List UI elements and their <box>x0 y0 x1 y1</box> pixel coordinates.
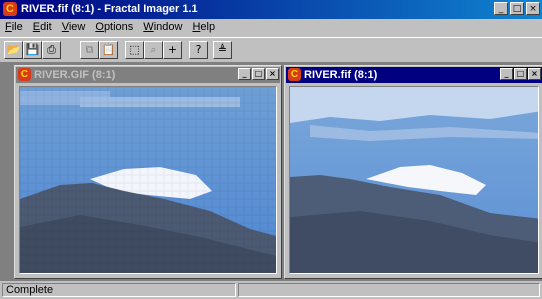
minimize-button[interactable]: _ <box>494 2 508 15</box>
fif-maximize-button[interactable]: □ <box>514 68 527 80</box>
menu-bar: File Edit View Options Window Help <box>0 19 542 37</box>
menu-window-rest: indow <box>153 21 183 33</box>
fif-image-window[interactable]: C RIVER.fif (8:1) _ □ × <box>284 65 542 279</box>
fif-image <box>289 86 539 274</box>
print-icon[interactable]: ⎙ <box>42 41 61 59</box>
gif-window-title: RIVER.GIF (8:1) <box>34 69 116 81</box>
menu-help[interactable]: Help <box>187 19 220 37</box>
menu-view-rest: iew <box>68 21 86 33</box>
menu-options[interactable]: Options <box>90 19 138 37</box>
menu-help-rest: elp <box>200 21 216 33</box>
menu-file[interactable]: File <box>0 19 28 37</box>
menu-view[interactable]: View <box>57 19 91 37</box>
toolbar: 📂 💾 ⎙ ⧉ 📋 ⬚ ⌕ + ? ≜ <box>0 37 542 63</box>
fif-window-title: RIVER.fif (8:1) <box>304 69 378 81</box>
open-icon[interactable]: 📂 <box>4 41 23 59</box>
app-title-bar[interactable]: C RIVER.fif (8:1) - Fractal Imager 1.1 _… <box>0 0 542 19</box>
status-panel <box>238 283 540 297</box>
gif-close-button[interactable]: × <box>266 68 279 80</box>
menu-edit[interactable]: Edit <box>28 19 57 37</box>
app-title: RIVER.fif (8:1) - Fractal Imager 1.1 <box>21 3 198 15</box>
river-fif-picture <box>290 87 538 273</box>
mdi-workspace: C RIVER.GIF (8:1) _ □ × C RIVER.fif (8:1… <box>0 63 542 281</box>
close-button[interactable]: × <box>526 2 540 15</box>
fif-window-title-bar[interactable]: C RIVER.fif (8:1) _ □ × <box>286 67 542 83</box>
status-text: Complete <box>2 283 236 297</box>
copy-icon[interactable]: ⧉ <box>80 41 99 59</box>
help-icon[interactable]: ? <box>189 41 208 59</box>
fractal-imager-app-icon[interactable]: C <box>3 2 17 16</box>
fif-close-button[interactable]: × <box>528 68 541 80</box>
zoom-in-icon[interactable]: + <box>163 41 182 59</box>
fif-minimize-button[interactable]: _ <box>500 68 513 80</box>
gif-image <box>19 86 277 274</box>
river-gif-picture <box>20 87 276 273</box>
menu-options-rest: ptions <box>103 21 134 33</box>
paste-icon[interactable]: 📋 <box>99 41 118 59</box>
select-icon[interactable]: ⬚ <box>125 41 144 59</box>
zoom-icon[interactable]: ⌕ <box>144 41 163 59</box>
gif-window-title-bar[interactable]: C RIVER.GIF (8:1) _ □ × <box>16 67 280 83</box>
save-icon[interactable]: 💾 <box>23 41 42 59</box>
fractal-imager-doc-icon[interactable]: C <box>288 68 301 81</box>
maximize-button[interactable]: □ <box>510 2 524 15</box>
fractal-imager-doc-icon[interactable]: C <box>18 68 31 81</box>
gif-minimize-button[interactable]: _ <box>238 68 251 80</box>
status-bar: Complete <box>0 282 542 299</box>
menu-file-rest: ile <box>11 21 23 33</box>
menu-window[interactable]: Window <box>138 19 187 37</box>
menu-edit-rest: dit <box>40 21 52 33</box>
decompress-icon[interactable]: ≜ <box>213 41 232 59</box>
gif-image-window[interactable]: C RIVER.GIF (8:1) _ □ × <box>14 65 282 279</box>
gif-maximize-button[interactable]: □ <box>252 68 265 80</box>
